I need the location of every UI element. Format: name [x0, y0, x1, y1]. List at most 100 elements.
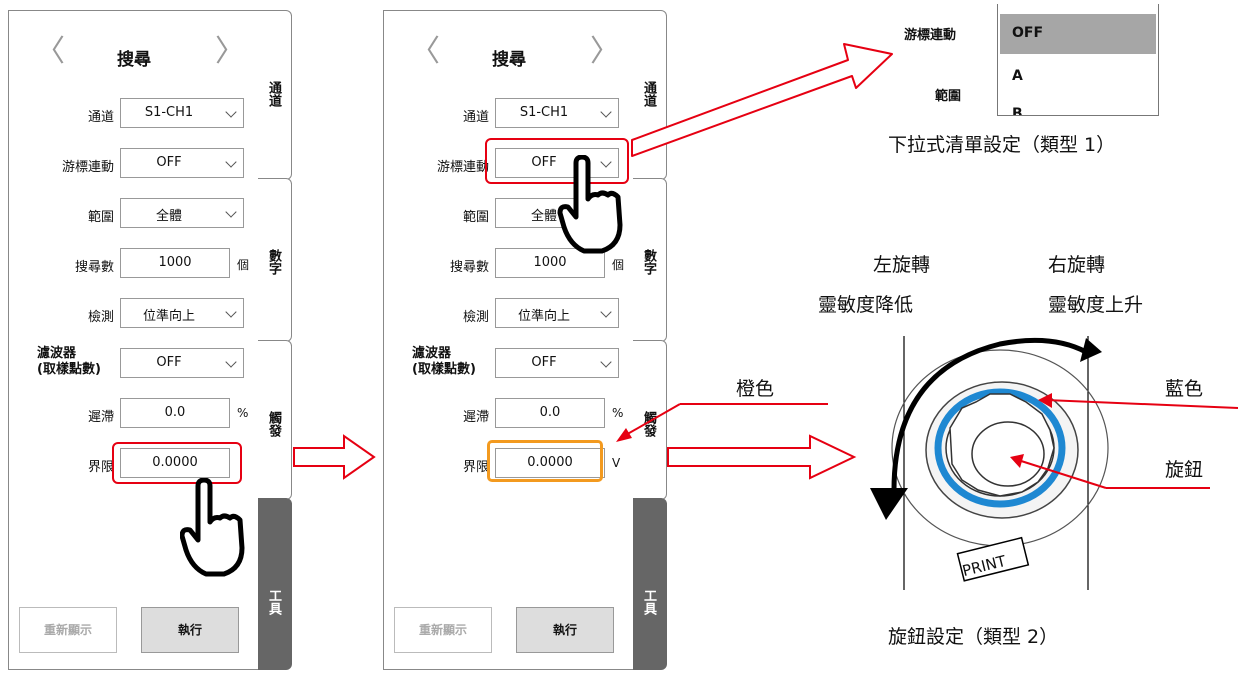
filter-label-line1: 濾波器	[412, 346, 452, 361]
hand-pointer-icon	[180, 478, 245, 577]
tab-numeric[interactable]: 數字	[633, 178, 667, 342]
tab-trigger-label: 觸發	[266, 411, 281, 437]
dropdown-option-b[interactable]: B	[1012, 106, 1023, 115]
filter-label: 濾波器 (取樣點數)	[37, 346, 101, 378]
dropdown-list: OFF A B	[997, 4, 1159, 116]
right-turn-label: 右旋轉	[1048, 254, 1106, 276]
left-turn-label: 左旋轉	[873, 254, 931, 276]
dropdown-range-label: 範圍	[935, 89, 962, 104]
tab-channel[interactable]: 通道	[258, 10, 292, 180]
limit-label: 界限	[87, 460, 114, 475]
execute-button[interactable]: 執行	[141, 607, 239, 653]
dropdown-option-a[interactable]: A	[1012, 68, 1023, 84]
filter-select[interactable]: OFF	[495, 348, 619, 378]
filter-value: OFF	[156, 355, 182, 370]
filter-label-line2: (取樣點數)	[37, 362, 101, 377]
hand-pointer-icon	[557, 155, 623, 254]
chevron-down-icon	[225, 306, 237, 318]
hysteresis-input[interactable]: 0.0	[120, 398, 230, 428]
tab-tools[interactable]: 工具	[633, 498, 667, 670]
range-label: 範圍	[462, 210, 489, 225]
detection-value: 位準向上	[142, 309, 195, 324]
channel-select[interactable]: S1-CH1	[120, 98, 244, 128]
search-count-row: 搜尋數 1000 個	[9, 248, 259, 278]
detection-value: 位準向上	[517, 309, 570, 324]
channel-select[interactable]: S1-CH1	[495, 98, 619, 128]
panel-header: 〈 搜尋 〉	[9, 11, 259, 101]
search-count-unit: 個	[237, 258, 250, 272]
dropdown-option-selected[interactable]: OFF	[1000, 14, 1156, 54]
dropdown-caption: 下拉式清單設定（類型 1）	[888, 134, 1116, 156]
tab-numeric[interactable]: 數字	[258, 178, 292, 342]
chevron-down-icon	[225, 156, 237, 168]
cursor-link-label: 游標連動	[436, 160, 489, 175]
detection-label: 檢測	[87, 310, 114, 325]
tab-channel-label: 通道	[266, 81, 281, 107]
right-effect-label: 靈敏度上升	[1048, 294, 1144, 316]
hysteresis-label: 遲滯	[87, 410, 114, 425]
knob-illustration	[870, 336, 1238, 590]
range-label: 範圍	[87, 210, 114, 225]
limit-orange-highlight	[487, 440, 603, 482]
orange-pointer-line	[616, 403, 828, 442]
cursor-link-value: OFF	[156, 155, 182, 170]
hysteresis-input[interactable]: 0.0	[495, 398, 605, 428]
hysteresis-row: 遲滯 0.0 %	[9, 398, 259, 428]
panel-body: 〈 搜尋 〉 通道 S1-CH1 游標連動 OFF 範圍 全體 搜尋數 1000…	[383, 10, 635, 670]
channel-label: 通道	[87, 110, 114, 125]
channel-row: 通道 S1-CH1	[384, 98, 634, 128]
filter-label-line2: (取樣點數)	[412, 362, 476, 377]
dropdown-field-label: 游標連動	[904, 28, 957, 43]
next-button[interactable]: 〉	[590, 37, 620, 67]
chevron-down-icon	[225, 106, 237, 118]
detection-select[interactable]: 位準向上	[495, 298, 619, 328]
tab-numeric-label: 數字	[641, 249, 656, 275]
redisplay-button[interactable]: 重新顯示	[19, 607, 117, 653]
hysteresis-unit: %	[237, 406, 249, 420]
left-effect-label: 靈敏度降低	[818, 294, 914, 316]
search-count-label: 搜尋數	[449, 260, 489, 275]
detection-select[interactable]: 位準向上	[120, 298, 244, 328]
range-value: 全體	[155, 209, 182, 224]
search-count-label: 搜尋數	[74, 260, 114, 275]
orange-label: 橙色	[736, 378, 775, 400]
channel-row: 通道 S1-CH1	[9, 98, 259, 128]
tab-tools-label: 工具	[641, 589, 656, 615]
cursor-link-label: 游標連動	[61, 160, 114, 175]
filter-row: 濾波器 (取樣點數) OFF	[384, 346, 634, 378]
redisplay-button[interactable]: 重新顯示	[394, 607, 492, 653]
chevron-down-icon	[225, 356, 237, 368]
limit-unit: V	[612, 456, 621, 470]
filter-value: OFF	[531, 355, 557, 370]
filter-label-line1: 濾波器	[37, 346, 77, 361]
search-count-unit: 個	[612, 258, 625, 272]
range-row: 範圍 全體	[9, 198, 259, 228]
chevron-down-icon	[600, 306, 612, 318]
hysteresis-label: 遲滯	[462, 410, 489, 425]
detection-row: 檢測 位準向上	[9, 298, 259, 328]
chevron-down-icon	[600, 356, 612, 368]
tab-tools[interactable]: 工具	[258, 498, 292, 670]
limit-label: 界限	[462, 460, 489, 475]
range-select[interactable]: 全體	[120, 198, 244, 228]
arrow-right-icon	[631, 43, 893, 157]
channel-value: S1-CH1	[144, 105, 194, 120]
next-button[interactable]: 〉	[215, 37, 245, 67]
detection-row: 檢測 位準向上	[384, 298, 634, 328]
tab-numeric-label: 數字	[266, 249, 281, 275]
channel-value: S1-CH1	[519, 105, 569, 120]
tab-trigger[interactable]: 觸發	[258, 340, 292, 500]
knob-caption: 旋鈕設定（類型 2）	[888, 626, 1059, 648]
tab-tools-label: 工具	[266, 589, 281, 615]
cursor-link-select[interactable]: OFF	[120, 148, 244, 178]
execute-button[interactable]: 執行	[516, 607, 614, 653]
chevron-down-icon	[225, 206, 237, 218]
dropdown-option-off: OFF	[1012, 25, 1044, 41]
arrow-right-icon	[293, 434, 376, 480]
channel-label: 通道	[462, 110, 489, 125]
filter-select[interactable]: OFF	[120, 348, 244, 378]
filter-row: 濾波器 (取樣點數) OFF	[9, 346, 259, 378]
search-count-input[interactable]: 1000	[120, 248, 230, 278]
filter-label: 濾波器 (取樣點數)	[412, 346, 476, 378]
panel-header: 〈 搜尋 〉	[384, 11, 634, 101]
